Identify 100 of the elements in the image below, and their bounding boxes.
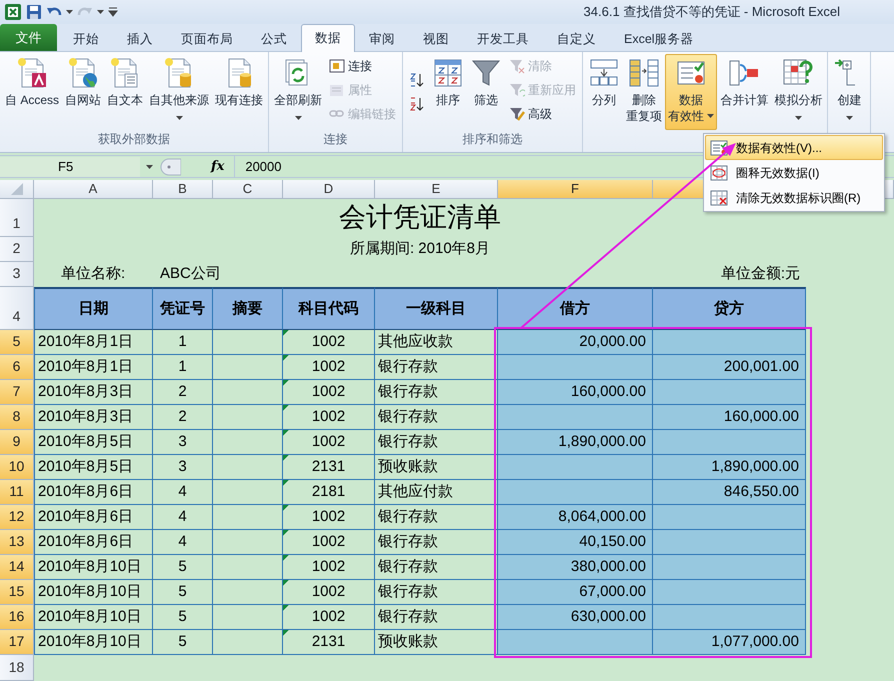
ribbon-button[interactable]: 模拟分析 [771, 54, 826, 130]
row-header[interactable]: 7 [0, 380, 34, 405]
row-header[interactable]: 18 [0, 655, 34, 681]
ribbon-button[interactable]: 创建 [830, 54, 868, 130]
ribbon-button[interactable]: 自文本 [104, 54, 146, 130]
row-header[interactable]: 12 [0, 505, 34, 530]
window-title: 34.6.1 查找借贷不等的凭证 - Microsoft Excel [584, 3, 840, 22]
ribbon-button[interactable]: 筛选 [467, 54, 506, 130]
column-header[interactable]: B [153, 180, 213, 199]
caret-icon[interactable] [97, 10, 104, 14]
row-header[interactable]: 8 [0, 405, 34, 430]
ribbon-button[interactable]: 连接 [325, 54, 400, 78]
splitter-handle[interactable] [159, 158, 181, 176]
column-header[interactable]: D [283, 180, 375, 199]
clear-filter-icon [509, 58, 526, 74]
field-label: 单位金额:元 [720, 264, 801, 284]
ribbon-button[interactable]: 全部刷新 [271, 54, 326, 130]
row-header[interactable]: 5 [0, 330, 34, 355]
row-header[interactable]: 11 [0, 480, 34, 505]
column-header[interactable]: F [498, 180, 653, 199]
column-header[interactable]: A [34, 180, 153, 199]
menu-item[interactable]: 数据有效性(V)... [705, 135, 883, 160]
table-cell: 1002 [283, 605, 375, 630]
ribbon-button[interactable]: 自其他来源 [146, 54, 212, 130]
caret-icon[interactable] [66, 10, 73, 14]
table-cell: 1002 [283, 380, 375, 405]
ribbon-tab[interactable]: Excel服务器 [610, 26, 708, 52]
globe-document-icon [67, 57, 100, 89]
table-icon [628, 57, 660, 89]
ribbon-tab[interactable]: 开始 [59, 26, 113, 52]
function-button[interactable]: fx [201, 156, 234, 176]
table-cell [213, 405, 283, 430]
row-header[interactable]: 16 [0, 605, 34, 630]
column-header[interactable]: C [213, 180, 283, 199]
ribbon-tab[interactable]: 数据 [301, 24, 355, 52]
column-header[interactable]: E [375, 180, 498, 199]
table-cell: 1,890,000.00 [498, 430, 653, 455]
table-cell: 200,001.00 [653, 355, 806, 380]
table-cell: 160,000.00 [653, 405, 806, 430]
table-cell [213, 355, 283, 380]
row-header[interactable]: 2 [0, 237, 34, 262]
ribbon-tab[interactable]: 插入 [113, 26, 167, 52]
ribbon-button[interactable]: 自网站 [62, 54, 104, 130]
save-icon [26, 4, 42, 20]
table-cell: 8,064,000.00 [498, 505, 653, 530]
group-label: 排序和筛选 [462, 131, 524, 148]
ribbon-tab[interactable]: 开发工具 [463, 26, 543, 52]
ribbon-button[interactable]: 数据 有效性 [665, 54, 718, 130]
ribbon-tab[interactable]: 视图 [409, 26, 463, 52]
table-cell: 1002 [283, 580, 375, 605]
file-tab[interactable]: 文件 [0, 24, 57, 51]
table-cell: 20,000.00 [498, 330, 653, 355]
row-header[interactable]: 4 [0, 287, 34, 330]
save-button[interactable] [26, 4, 42, 20]
connection-icon [329, 58, 346, 74]
table-cell [213, 430, 283, 455]
table-cell: 2131 [283, 630, 375, 655]
menu-item[interactable]: 清除无效数据标识圈(R) [705, 185, 883, 210]
table-cell: 2010年8月6日 [34, 480, 153, 505]
ribbon-button[interactable]: 自 Access [2, 54, 62, 130]
name-box[interactable]: F5 [0, 156, 140, 176]
field-value: ABC公司 [159, 264, 222, 284]
ribbon-tab[interactable]: 公式 [247, 26, 301, 52]
table-cell: 2010年8月10日 [34, 605, 153, 630]
caret-icon[interactable] [146, 165, 153, 170]
table-cell: 3 [153, 430, 213, 455]
table-cell: 1,890,000.00 [653, 455, 806, 480]
ribbon-button[interactable]: 排序 [429, 54, 468, 130]
table-cell: 1002 [283, 355, 375, 380]
table-cell: 2010年8月3日 [34, 405, 153, 430]
field-label: 单位名称: [60, 264, 126, 284]
table-cell: 380,000.00 [498, 555, 653, 580]
row-header[interactable]: 1 [0, 199, 34, 237]
table-cell [213, 580, 283, 605]
row-header[interactable]: 15 [0, 580, 34, 605]
table-cell: 2131 [283, 455, 375, 480]
row-header[interactable]: 17 [0, 630, 34, 655]
group-label: 连接 [322, 131, 349, 148]
sort-ascending-icon [409, 72, 426, 88]
ribbon-button[interactable]: 高级 [505, 102, 580, 126]
app-icon[interactable] [4, 3, 22, 21]
ribbon-button[interactable]: 现有连接 [212, 54, 266, 130]
row-header[interactable]: 14 [0, 555, 34, 580]
table-cell: 5 [153, 580, 213, 605]
document-icon [16, 57, 48, 89]
ribbon-button[interactable]: 删除 重复项 [623, 54, 666, 130]
table-cell [213, 480, 283, 505]
row-header[interactable]: 10 [0, 455, 34, 480]
row-header[interactable]: 9 [0, 430, 34, 455]
customize-icon[interactable] [108, 7, 118, 17]
ribbon-tab[interactable]: 审阅 [355, 26, 409, 52]
table-cell: 2010年8月1日 [34, 330, 153, 355]
ribbon-button[interactable]: 合并计算 [717, 54, 772, 130]
ribbon-tab[interactable]: 自定义 [543, 26, 610, 52]
row-header[interactable]: 6 [0, 355, 34, 380]
ribbon-tab[interactable]: 页面布局 [167, 26, 247, 52]
row-header[interactable]: 3 [0, 262, 34, 287]
properties-icon [329, 82, 346, 98]
row-header[interactable]: 13 [0, 530, 34, 555]
ribbon-button[interactable]: 分列 [585, 54, 624, 130]
